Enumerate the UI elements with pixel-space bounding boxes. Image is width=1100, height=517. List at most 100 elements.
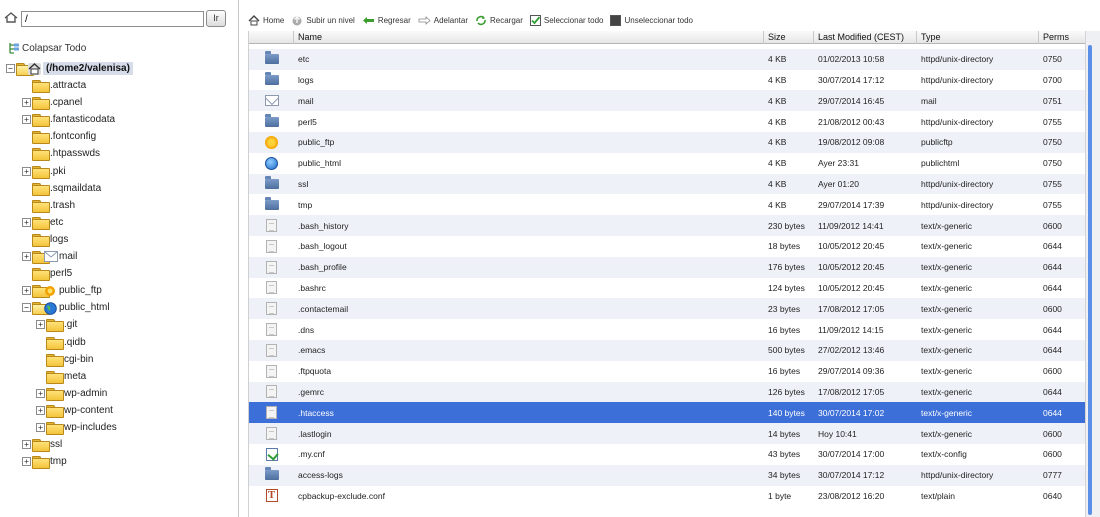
expand-toggle-icon[interactable]: +: [22, 166, 31, 176]
file-name[interactable]: perl5: [294, 111, 764, 132]
expand-toggle-icon[interactable]: +: [22, 115, 31, 125]
file-row[interactable]: .bash_history 230 bytes 11/09/2012 14:41 te…: [249, 215, 1085, 236]
file-name[interactable]: .bash_history: [294, 215, 764, 236]
file-row[interactable]: .dns 16 bytes 11/09/2012 14:15 text/x-gener…: [249, 319, 1085, 340]
file-row[interactable]: .ftpquota 16 bytes 29/07/2014 09:36 text/x-…: [249, 360, 1085, 382]
file-name[interactable]: .gemrc: [294, 382, 764, 403]
file-perms[interactable]: 0751: [1039, 90, 1085, 111]
unselect-all-button[interactable]: Unseleccionar todo: [610, 14, 693, 26]
tree-node[interactable]: + .fantasticodata: [22, 111, 115, 128]
tree-node[interactable]: cgi-bin: [36, 351, 93, 368]
file-name[interactable]: mail: [294, 90, 764, 111]
tree-node[interactable]: .fontconfig: [22, 128, 96, 145]
file-name[interactable]: access-logs: [294, 465, 764, 486]
file-name[interactable]: .bash_profile: [294, 257, 764, 278]
file-row[interactable]: .lastlogin 14 bytes Hoy 10:41 text/x-generi…: [249, 423, 1085, 444]
tree-node[interactable]: + wp-content: [36, 402, 113, 419]
file-perms[interactable]: 0755: [1039, 194, 1085, 215]
tree-root[interactable]: − (/home2/valenisa): [6, 60, 133, 77]
file-row[interactable]: .bashrc 124 bytes 10/05/2012 20:45 text/x-g…: [249, 277, 1085, 299]
file-perms[interactable]: 0600: [1039, 423, 1085, 444]
file-name[interactable]: .emacs: [294, 340, 764, 361]
tree-node[interactable]: + .pki: [22, 163, 66, 180]
tree-node[interactable]: + public_ftp: [22, 282, 102, 299]
forward-button[interactable]: Adelantar: [418, 16, 468, 25]
file-name[interactable]: .htaccess: [294, 402, 764, 423]
file-row[interactable]: tmp 4 KB 29/07/2014 17:39 httpd/unix-direct…: [249, 194, 1085, 216]
file-name[interactable]: public_ftp: [294, 132, 764, 153]
select-all-button[interactable]: Seleccionar todo: [529, 14, 603, 26]
collapse-all-link[interactable]: Colapsar Todo: [8, 41, 86, 55]
tree-node[interactable]: + .git: [36, 316, 77, 333]
file-perms[interactable]: 0644: [1039, 236, 1085, 257]
file-row[interactable]: logs 4 KB 30/07/2014 17:12 httpd/unix-direc…: [249, 69, 1085, 91]
reload-button[interactable]: Recargar: [475, 15, 523, 26]
tree-node[interactable]: .trash: [22, 197, 75, 214]
file-name[interactable]: .contactemail: [294, 298, 764, 319]
scrollbar-thumb[interactable]: [1088, 45, 1092, 515]
file-row[interactable]: public_ftp 4 KB 19/08/2012 09:08 publicftp 0…: [249, 131, 1085, 153]
file-perms[interactable]: 0750: [1039, 49, 1085, 70]
collapse-toggle-icon[interactable]: −: [6, 64, 15, 73]
tree-node[interactable]: − public_html: [22, 299, 110, 316]
file-name[interactable]: cpbackup-exclude.conf: [294, 486, 764, 507]
tree-node[interactable]: .qidb: [36, 334, 86, 351]
vertical-scrollbar[interactable]: [1085, 31, 1100, 517]
file-name[interactable]: tmp: [294, 194, 764, 215]
file-row[interactable]: perl5 4 KB 21/08/2012 00:43 httpd/unix-dire…: [249, 111, 1085, 132]
file-row[interactable]: .emacs 500 bytes 27/02/2012 13:46 text/x-ge…: [249, 339, 1085, 361]
file-row[interactable]: .bash_profile 176 bytes 10/05/2012 20:45 te…: [249, 256, 1085, 278]
tree-node[interactable]: + etc: [22, 214, 63, 231]
file-name[interactable]: public_html: [294, 153, 764, 174]
expand-toggle-icon[interactable]: +: [22, 286, 31, 296]
file-perms[interactable]: 0750: [1039, 153, 1085, 174]
go-button[interactable]: Ir: [206, 10, 226, 27]
column-header-name[interactable]: Name: [294, 31, 764, 44]
file-name[interactable]: .dns: [294, 319, 764, 340]
file-perms[interactable]: 0600: [1039, 215, 1085, 236]
file-name[interactable]: .ftpquota: [294, 361, 764, 382]
tree-node[interactable]: + wp-admin: [36, 385, 107, 402]
path-input[interactable]: [21, 11, 204, 27]
expand-toggle-icon[interactable]: +: [22, 440, 31, 450]
file-name[interactable]: .bash_logout: [294, 236, 764, 257]
file-perms[interactable]: 0700: [1039, 70, 1085, 91]
tree-node[interactable]: .htpasswds: [22, 145, 100, 162]
file-row[interactable]: etc 4 KB 01/02/2013 10:58 httpd/unix-direct…: [249, 48, 1085, 70]
column-header-modified[interactable]: Last Modified (CEST): [814, 31, 917, 44]
column-header-perms[interactable]: Perms: [1039, 31, 1085, 44]
file-perms[interactable]: 0644: [1039, 340, 1085, 361]
tree-node[interactable]: .sqmaildata: [22, 180, 101, 197]
expand-toggle-icon[interactable]: +: [36, 405, 45, 415]
file-row[interactable]: public_html 4 KB Ayer 23:31 publichtml 0750: [249, 152, 1085, 174]
file-perms[interactable]: 0644: [1039, 278, 1085, 299]
file-perms[interactable]: 0644: [1039, 257, 1085, 278]
tree-node[interactable]: meta: [36, 368, 86, 385]
file-perms[interactable]: 0644: [1039, 382, 1085, 403]
tree-node[interactable]: + tmp: [22, 453, 67, 470]
tree-node[interactable]: + wp-includes: [36, 419, 117, 436]
file-row[interactable]: mail 4 KB 29/07/2014 16:45 mail 0751: [249, 90, 1085, 112]
file-perms[interactable]: 0755: [1039, 174, 1085, 195]
tree-node[interactable]: logs: [22, 231, 68, 248]
expand-toggle-icon[interactable]: +: [22, 457, 31, 467]
file-row[interactable]: access-logs 34 bytes 30/07/2014 17:12 httpd…: [249, 464, 1085, 486]
expand-toggle-icon[interactable]: +: [22, 98, 31, 108]
column-header-type[interactable]: Type: [917, 31, 1039, 44]
expand-toggle-icon[interactable]: +: [36, 423, 45, 432]
file-name[interactable]: logs: [294, 70, 764, 91]
file-row[interactable]: .gemrc 126 bytes 17/08/2012 17:05 text/x-ge…: [249, 381, 1085, 403]
tree-node[interactable]: + ssl: [22, 436, 62, 453]
file-name[interactable]: etc: [294, 49, 764, 70]
expand-toggle-icon[interactable]: +: [22, 252, 31, 261]
expand-toggle-icon[interactable]: +: [36, 388, 45, 398]
file-perms[interactable]: 0600: [1039, 298, 1085, 319]
file-name[interactable]: ssl: [294, 174, 764, 195]
file-name[interactable]: .my.cnf: [294, 444, 764, 465]
expand-toggle-icon[interactable]: +: [22, 217, 31, 227]
home-button[interactable]: Home: [248, 14, 284, 26]
file-row[interactable]: .contactemail 23 bytes 17/08/2012 17:05 tex…: [249, 298, 1085, 320]
collapse-toggle-icon[interactable]: −: [22, 303, 31, 313]
file-row[interactable]: .my.cnf 43 bytes 30/07/2014 17:00 text/x-co…: [249, 443, 1085, 465]
file-perms[interactable]: 0600: [1039, 361, 1085, 382]
